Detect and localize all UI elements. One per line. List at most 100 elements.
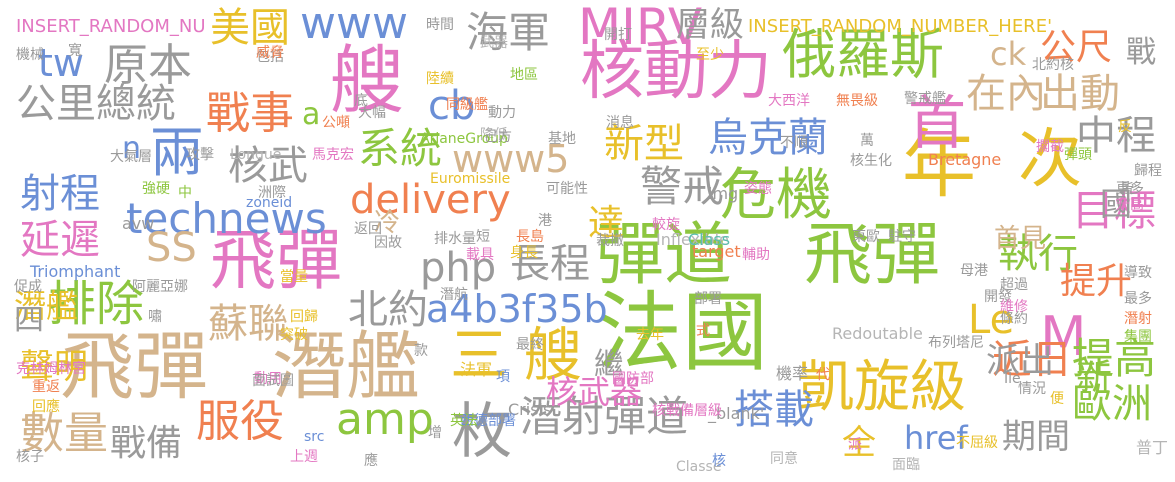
cloud-word: 促成 xyxy=(14,279,42,295)
cloud-word: Bretagne xyxy=(928,150,1002,169)
cloud-word: 同意 xyxy=(770,451,798,467)
cloud-word: 姿態 xyxy=(744,181,772,197)
cloud-word: 條約 xyxy=(1000,311,1028,327)
cloud-word: 公噸 xyxy=(322,115,350,131)
cloud-word: 克林姆林宮 xyxy=(16,361,86,377)
cloud-word: INSERT_RANDOM_NU xyxy=(16,16,206,37)
cloud-word: 時間 xyxy=(426,17,454,33)
cloud-word: 核生化 xyxy=(850,153,892,169)
cloud-word: 海軍 xyxy=(466,8,551,57)
cloud-word: 歸程 xyxy=(1134,163,1162,179)
cloud-word: 首見 xyxy=(994,224,1047,254)
cloud-word: SS xyxy=(146,225,197,271)
cloud-word: 洲際 xyxy=(258,185,286,201)
cloud-word: 款 xyxy=(414,343,428,359)
cloud-word: 上週 xyxy=(290,449,318,465)
cloud-word: 導致 xyxy=(1124,265,1152,281)
cloud-word: 駐守 xyxy=(888,229,916,245)
cloud-word: 擱截 xyxy=(1036,139,1064,155)
cloud-word: 嘯 xyxy=(148,309,162,325)
cloud-word: 北約 xyxy=(348,287,428,333)
cloud-word: 蘇聯 xyxy=(208,301,288,347)
cloud-word: 突破 xyxy=(280,327,308,343)
cloud-word: www xyxy=(300,0,408,49)
cloud-word: Triomphant xyxy=(30,262,121,281)
cloud-word: Euromissile xyxy=(430,171,511,187)
cloud-word: 無畏級 xyxy=(836,93,878,109)
cloud-word: 層級 xyxy=(676,5,744,45)
cloud-word: 總統 xyxy=(96,81,176,127)
cloud-word: 去年 xyxy=(636,327,664,343)
cloud-word: avw xyxy=(122,214,155,233)
cloud-word: 己方 xyxy=(484,129,512,145)
cloud-word: 潛射 xyxy=(1124,311,1152,327)
cloud-word: 威脅 xyxy=(256,45,284,61)
cloud-word: 載具 xyxy=(466,247,494,263)
cloud-word: 不順 xyxy=(780,135,808,151)
cloud-word: 排水量 xyxy=(434,231,476,247)
cloud-word: 較旋 xyxy=(652,217,680,233)
cloud-word: 派 xyxy=(848,437,862,453)
cloud-word: 核子 xyxy=(16,449,44,465)
cloud-word: 基地 xyxy=(548,131,576,147)
cloud-word: 戰備 xyxy=(110,423,183,464)
cloud-word: 四 xyxy=(14,303,44,338)
cloud-word: 彈頭 xyxy=(1064,147,1092,163)
cloud-word: 馬克宏 xyxy=(312,147,354,163)
cloud-word: 情況 xyxy=(1018,381,1046,397)
cloud-word: 警戒艦 xyxy=(904,91,946,107)
cloud-word: 式 xyxy=(696,323,710,339)
cloud-word: 萬 xyxy=(860,133,874,149)
cloud-word: 戰 xyxy=(1126,35,1156,70)
cloud-word: 長島 xyxy=(516,229,544,245)
cloud-word: 部署 xyxy=(694,291,722,307)
cloud-word: 阿麗亞娜 xyxy=(132,279,188,295)
cloud-word: 枚 xyxy=(452,397,512,467)
cloud-word: 攻擊 xyxy=(186,147,214,163)
cloud-word: 返回 xyxy=(354,221,382,237)
cloud-word: ck xyxy=(990,35,1027,73)
cloud-word: 同級艦 xyxy=(446,97,488,113)
cloud-word: 大氣層 xyxy=(110,149,152,165)
cloud-word: 動力 xyxy=(488,105,516,121)
cloud-word: 面試圖 xyxy=(252,373,294,389)
cloud-word: 期間 xyxy=(1002,417,1070,457)
cloud-word: 美國 xyxy=(210,5,290,51)
cloud-word: 出動 xyxy=(1040,71,1120,117)
cloud-word: 新 xyxy=(1076,357,1113,398)
cloud-word: 國防部 xyxy=(612,371,654,387)
cloud-word: 集團 xyxy=(1124,329,1152,345)
cloud-word: 代 xyxy=(816,367,830,383)
cloud-word: 機械 xyxy=(16,47,44,63)
cloud-word: 普丁 xyxy=(1136,438,1169,457)
cloud-word: 戰事 xyxy=(206,88,294,139)
cloud-word: 延遲 xyxy=(20,217,100,263)
cloud-word: 身長 xyxy=(510,245,538,261)
cloud-word: 便 xyxy=(1050,391,1064,407)
cloud-word: 增 xyxy=(428,425,442,441)
cloud-word: 皆 xyxy=(1120,181,1134,197)
cloud-word: 陸續 xyxy=(426,71,454,87)
cloud-word: 應 xyxy=(364,453,378,469)
cloud-word: target xyxy=(692,242,741,261)
cloud-word: 項 xyxy=(496,369,510,385)
cloud-word: 因故 xyxy=(374,235,402,251)
cloud-word: 至少 xyxy=(696,47,724,63)
cloud-word: 不屈級 xyxy=(956,435,998,451)
cloud-word: 法軍 xyxy=(460,360,493,379)
cloud-word: 東歐 xyxy=(852,229,880,245)
cloud-word: 反 xyxy=(1118,119,1132,135)
cloud-word: 輔助 xyxy=(742,247,770,263)
cloud-word: 在內 xyxy=(966,71,1046,117)
cloud-word: img xyxy=(708,184,739,203)
cloud-word: 提升 xyxy=(1060,261,1133,302)
cloud-word: 消息 xyxy=(606,115,634,131)
cloud-word: 英法 xyxy=(450,413,478,429)
cloud-word: 地區 xyxy=(510,67,538,83)
cloud-word: 射程 xyxy=(20,171,100,217)
cloud-word: a xyxy=(302,97,321,132)
cloud-word: 核戰備層級 xyxy=(652,403,722,419)
cloud-word: 港 xyxy=(538,213,552,229)
cloud-word: 公里 xyxy=(16,81,96,127)
cloud-word: 核 xyxy=(712,453,726,469)
